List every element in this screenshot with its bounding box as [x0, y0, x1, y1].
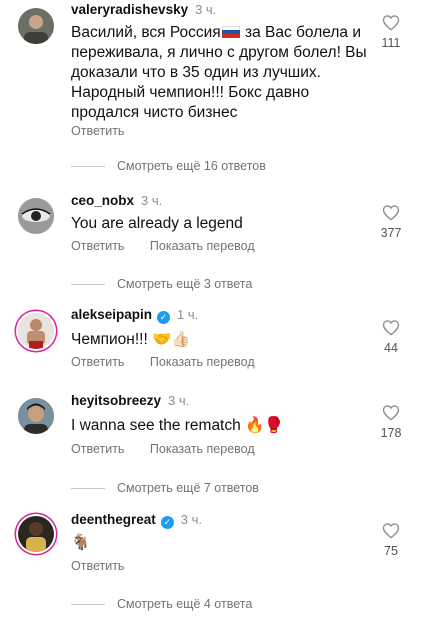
view-replies-button[interactable]: Смотреть ещё 4 ответа — [71, 597, 252, 611]
view-replies-button[interactable]: Смотреть ещё 16 ответов — [71, 159, 266, 173]
avatar[interactable] — [18, 398, 54, 434]
reply-button[interactable]: Ответить — [71, 124, 124, 138]
reply-button[interactable]: Ответить — [71, 559, 124, 573]
comment-text: You are already a legend — [71, 215, 243, 232]
comment-text: Василий, вся Россия за Вас болела и пере… — [71, 24, 367, 121]
avatar[interactable] — [18, 8, 54, 44]
translate-button[interactable]: Показать перевод — [150, 239, 255, 253]
heart-icon[interactable] — [382, 522, 400, 539]
russia-flag-icon — [221, 26, 240, 38]
like-count: 178 — [380, 426, 402, 440]
like-count: 111 — [381, 36, 401, 50]
translate-button[interactable]: Показать перевод — [150, 355, 255, 369]
heart-icon[interactable] — [382, 404, 400, 421]
heart-icon[interactable] — [382, 204, 400, 221]
avatar[interactable] — [18, 198, 54, 234]
username[interactable]: valeryradishevsky — [71, 2, 188, 17]
divider — [71, 166, 105, 168]
like-count: 75 — [384, 544, 398, 558]
username[interactable]: heyitsobreezy — [71, 393, 161, 408]
reply-button[interactable]: Ответить — [71, 355, 124, 369]
like-count: 44 — [384, 341, 398, 355]
reply-button[interactable]: Ответить — [71, 239, 124, 253]
timestamp: 3 ч. — [141, 193, 163, 208]
username[interactable]: deenthegreat — [71, 512, 156, 527]
heart-icon[interactable] — [382, 14, 400, 31]
username[interactable]: alekseipapin — [71, 307, 152, 322]
view-replies-button[interactable]: Смотреть ещё 3 ответа — [71, 277, 252, 291]
avatar[interactable] — [18, 313, 54, 349]
username[interactable]: ceo_nobx — [71, 193, 134, 208]
comment-text: Чемпион!!! 🤝👍🏻 — [71, 331, 191, 348]
avatar[interactable] — [18, 516, 54, 552]
divider — [71, 604, 105, 606]
heart-icon[interactable] — [382, 319, 400, 336]
comment-text: 🐐 — [71, 534, 91, 551]
translate-button[interactable]: Показать перевод — [150, 442, 255, 456]
timestamp: 3 ч. — [168, 393, 190, 408]
verified-badge-icon: ✓ — [157, 311, 171, 324]
comment-text: I wanna see the rematch 🔥🥊 — [71, 417, 284, 434]
like-count: 377 — [380, 226, 402, 240]
timestamp: 3 ч. — [180, 512, 203, 527]
reply-button[interactable]: Ответить — [71, 442, 124, 456]
divider — [71, 284, 105, 286]
timestamp: 1 ч. — [177, 307, 199, 322]
timestamp: 3 ч. — [195, 2, 217, 17]
divider — [71, 488, 105, 490]
view-replies-button[interactable]: Смотреть ещё 7 ответов — [71, 481, 259, 495]
verified-badge-icon: ✓ — [160, 516, 174, 529]
